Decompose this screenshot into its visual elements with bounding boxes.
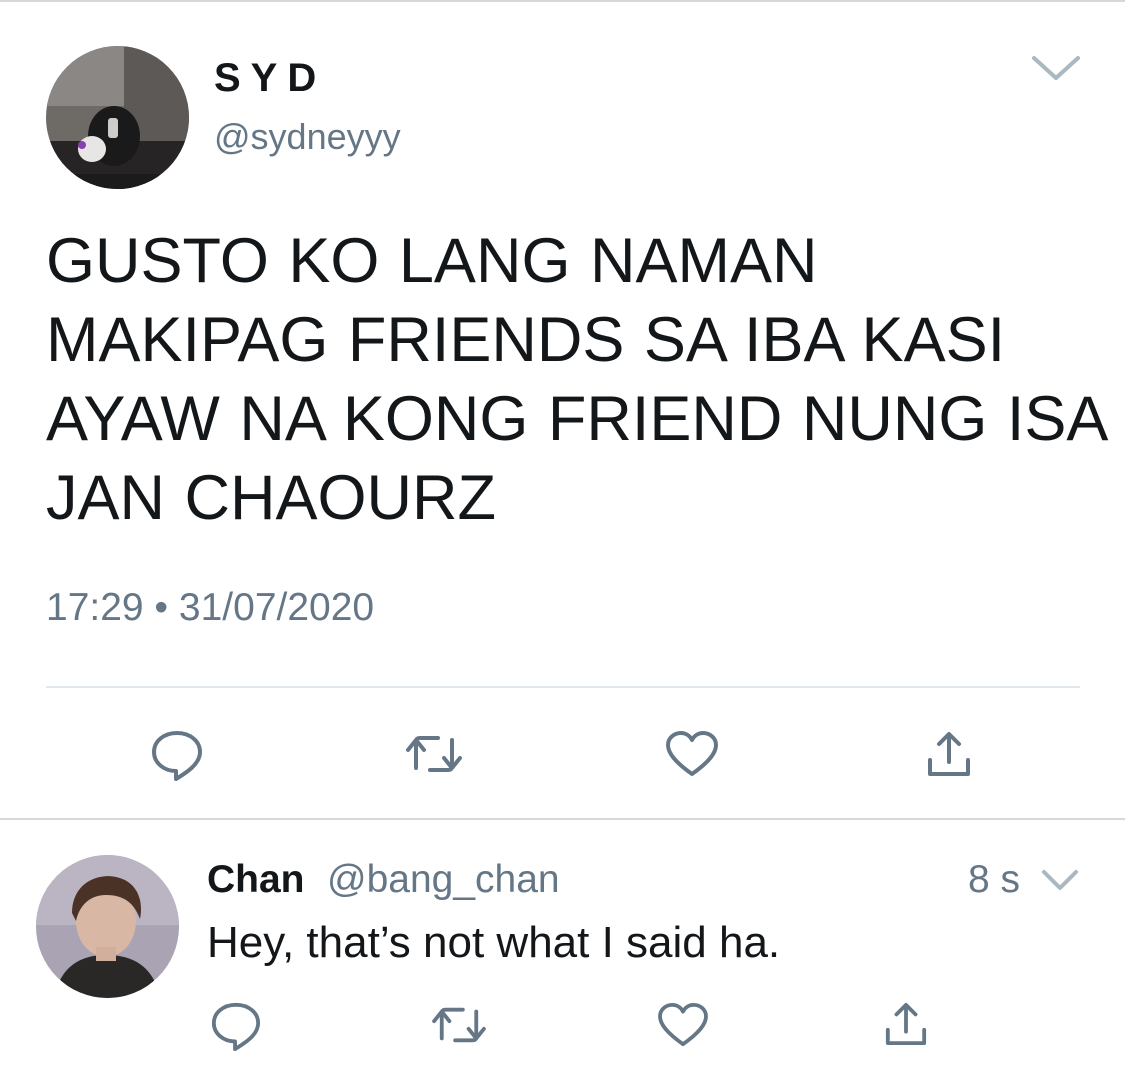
reply-icon[interactable]: [210, 1000, 262, 1052]
retweet-icon[interactable]: [404, 730, 464, 778]
tweet-timestamp[interactable]: 17:29 • 31/07/2020: [46, 586, 374, 630]
reply-display-name[interactable]: Chan: [207, 858, 305, 902]
reply-user-handle[interactable]: @bang_chan: [327, 858, 560, 902]
user-avatar-photo: [36, 855, 179, 998]
avatar[interactable]: [46, 46, 189, 189]
tweet-text: GUSTO KO LANG NAMAN MAKIPAG FRIENDS SA I…: [46, 226, 1105, 533]
share-icon[interactable]: [884, 1000, 928, 1048]
reply-timestamp[interactable]: 8 s: [968, 858, 1020, 902]
divider: [46, 686, 1080, 688]
share-icon[interactable]: [926, 730, 972, 778]
user-handle[interactable]: @sydneyyy: [214, 116, 401, 158]
section-divider: [0, 818, 1125, 820]
chevron-down-icon[interactable]: [1030, 52, 1082, 84]
tweet-thread-screen: SYD @sydneyyy GUSTO KO LANG NAMAN MAKIPA…: [0, 0, 1125, 1072]
like-icon[interactable]: [665, 730, 719, 778]
display-name[interactable]: SYD: [214, 56, 326, 101]
like-icon[interactable]: [657, 1002, 709, 1048]
reply-text: Hey, that’s not what I said ha.: [207, 918, 781, 967]
user-avatar-photo: [46, 46, 189, 189]
retweet-icon[interactable]: [430, 1002, 488, 1048]
chevron-down-icon[interactable]: [1040, 866, 1080, 894]
top-divider: [0, 0, 1125, 2]
reply-icon[interactable]: [150, 728, 204, 782]
avatar[interactable]: [36, 855, 179, 998]
